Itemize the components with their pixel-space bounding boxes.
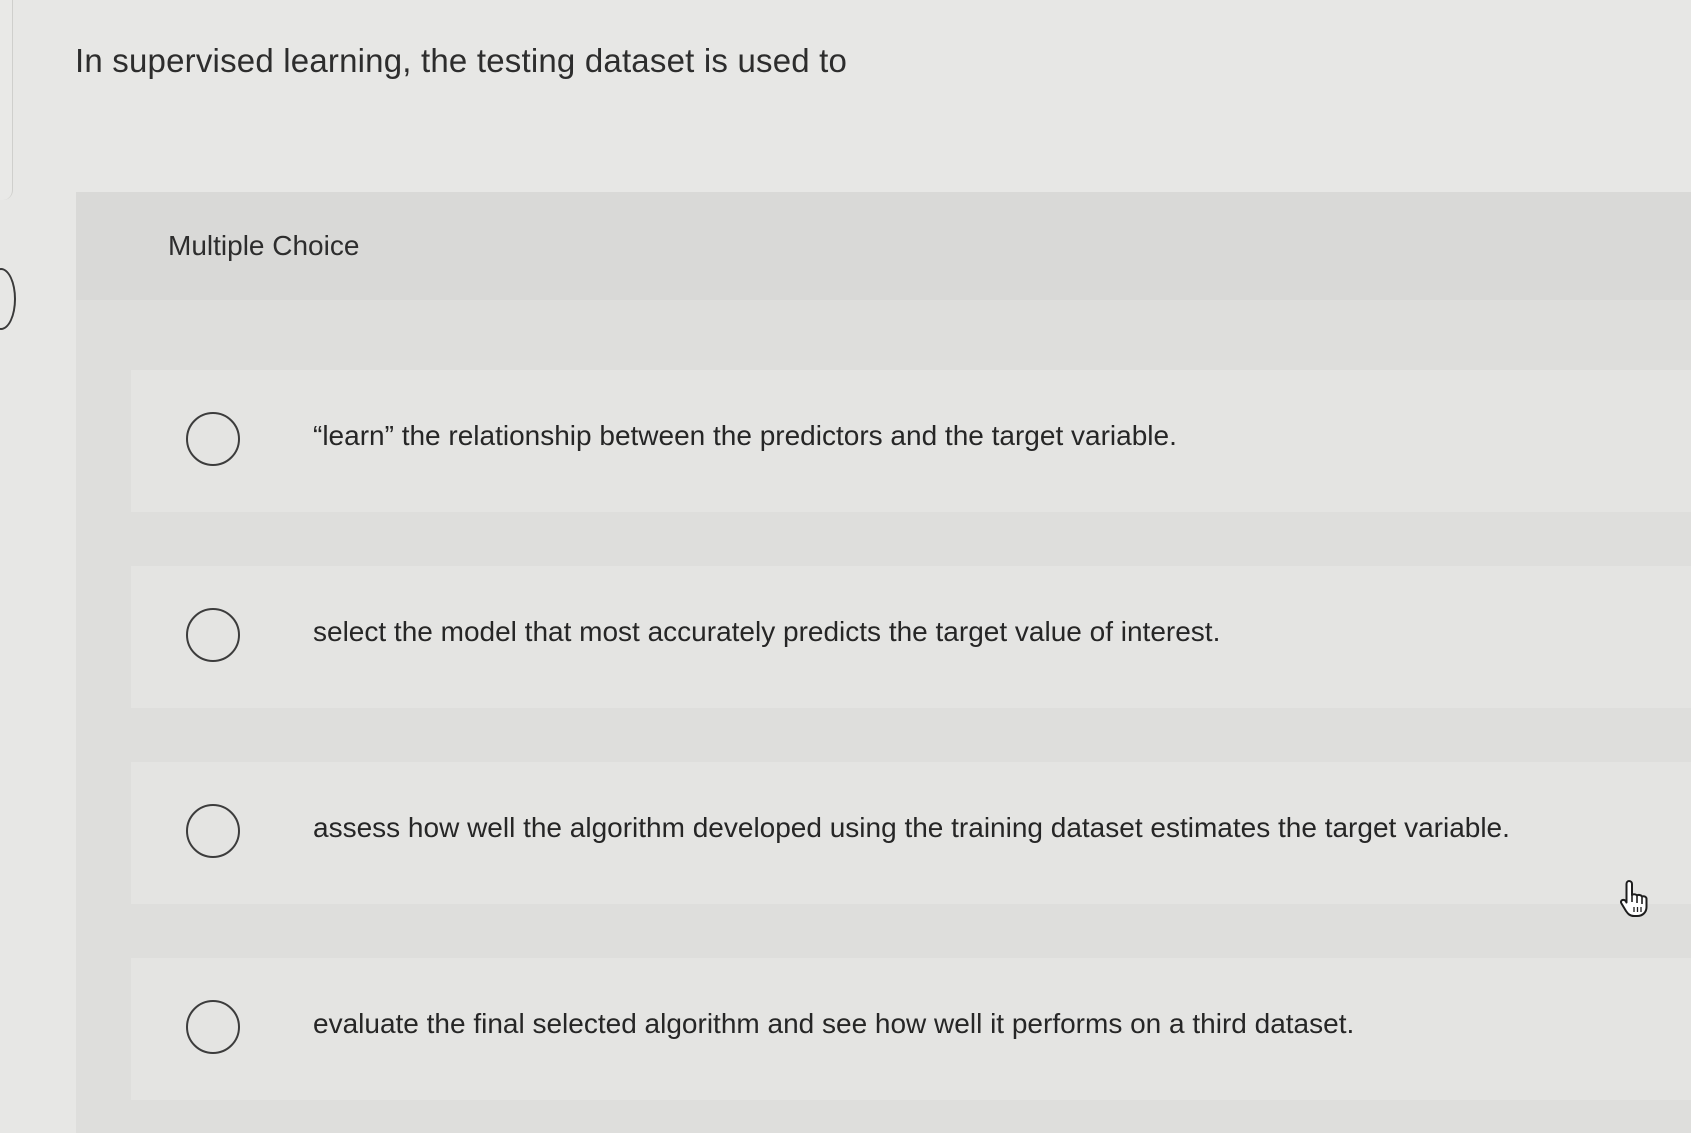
radio-unselected-icon[interactable] (186, 608, 240, 662)
choice-option-label: “learn” the relationship between the pre… (313, 420, 1177, 451)
choice-option-label: select the model that most accurately pr… (313, 616, 1221, 647)
choice-header: Multiple Choice (76, 192, 1691, 300)
question-prompt: In supervised learning, the testing data… (75, 42, 848, 79)
choice-option-3[interactable]: assess how well the algorithm developed … (131, 762, 1691, 904)
choice-option-4[interactable]: evaluate the final selected algorithm an… (131, 958, 1691, 1100)
left-handle[interactable] (0, 268, 16, 330)
radio-unselected-icon[interactable] (186, 412, 240, 466)
choice-option-2[interactable]: select the model that most accurately pr… (131, 566, 1691, 708)
choice-panel: Multiple Choice “learn” the relationship… (76, 192, 1691, 1133)
choice-option-label: assess how well the algorithm developed … (313, 812, 1510, 843)
radio-unselected-icon[interactable] (186, 1000, 240, 1054)
hand-pointer-icon (1619, 880, 1648, 917)
choice-type-label: Multiple Choice (168, 230, 360, 261)
radio-unselected-icon[interactable] (186, 804, 240, 858)
left-frame-edge (0, 0, 13, 200)
choice-option-label: evaluate the final selected algorithm an… (313, 1008, 1355, 1039)
choice-option-1[interactable]: “learn” the relationship between the pre… (131, 370, 1691, 512)
